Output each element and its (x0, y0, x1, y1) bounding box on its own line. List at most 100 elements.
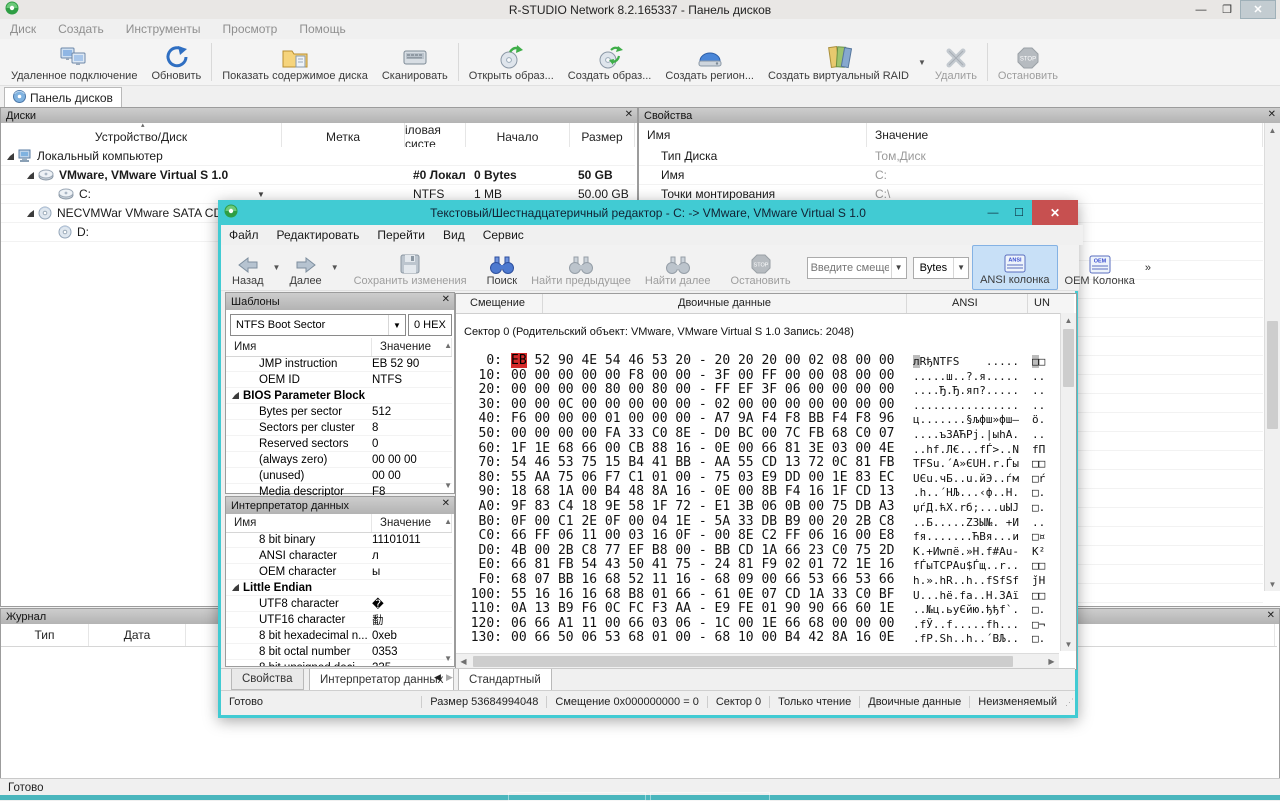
scroll-up-icon[interactable]: ▲ (444, 517, 452, 526)
refresh-button[interactable]: Обновить (144, 39, 208, 85)
column-header-2[interactable]: Значение (372, 514, 452, 532)
interpreter-row[interactable]: ANSI characterл (226, 548, 452, 564)
hex-vscrollbar-thumb[interactable] (1063, 329, 1074, 387)
selected-ansi-char[interactable]: л (913, 355, 920, 368)
column-header-2[interactable]: Значение (372, 338, 452, 356)
expander-icon[interactable] (27, 210, 34, 217)
column-header-1[interactable]: Имя (639, 123, 867, 147)
chevron-down-icon[interactable]: ▼ (388, 315, 405, 335)
scroll-up-icon[interactable]: ▲ (444, 341, 452, 350)
properties-scrollbar-thumb[interactable] (1267, 321, 1278, 429)
editor-menu-edit[interactable]: Редактировать (277, 228, 360, 242)
delete-button[interactable]: Удалить (928, 39, 984, 85)
column-header-1[interactable]: Имя (226, 514, 372, 532)
forward-dropdown-arrow[interactable]: ▼ (329, 263, 341, 272)
column-header-1[interactable]: Имя (226, 338, 372, 356)
create-region-button[interactable]: Создать регион... (658, 39, 761, 85)
row-dropdown-icon[interactable]: ▼ (257, 190, 265, 199)
scroll-up-icon[interactable]: ▲ (1061, 313, 1076, 327)
selected-byte[interactable]: EB (511, 353, 527, 368)
scroll-up-icon[interactable]: ▲ (1265, 123, 1280, 137)
interpreter-row[interactable]: 8 bit octal number0353 (226, 644, 452, 660)
offset-combo[interactable]: ▼ (807, 257, 907, 279)
properties-scrollbar[interactable]: ▲ ▼ (1264, 123, 1280, 591)
interpreter-panel-close-icon[interactable]: ✕ (442, 498, 450, 509)
column-header-2[interactable]: Значение (867, 123, 1263, 147)
oem-column-toggle[interactable]: OEM ОЕМ Колонка (1058, 245, 1142, 290)
find-previous-button[interactable]: Найти предыдущее (524, 245, 638, 290)
expander-icon[interactable] (232, 392, 239, 399)
scroll-right-icon[interactable]: ▶ (1044, 654, 1059, 669)
properties-panel-close-icon[interactable]: ✕ (1268, 109, 1276, 120)
disks-panel-close-icon[interactable]: ✕ (625, 109, 633, 120)
column-header-1[interactable]: Тип (1, 624, 89, 646)
editor-close-button[interactable]: ✕ (1032, 200, 1078, 225)
expander-icon[interactable] (232, 584, 239, 591)
find-next-button[interactable]: Найти далее (638, 245, 718, 290)
tab-properties[interactable]: Свойства (231, 669, 304, 690)
menu-create[interactable]: Создать (58, 22, 104, 36)
template-row[interactable]: (always zero)00 00 00 (226, 452, 452, 468)
open-image-button[interactable]: Открыть образ... (462, 39, 561, 85)
template-row[interactable]: BIOS Parameter Block (226, 388, 452, 404)
tab-data-interpreter[interactable]: Интерпретатор данных (309, 669, 454, 691)
scroll-down-icon[interactable]: ▼ (1265, 577, 1280, 591)
scroll-down-icon[interactable]: ▼ (444, 654, 452, 663)
tab-scroll-right-icon[interactable]: ▶ (446, 672, 453, 683)
editor-menu-file[interactable]: Файл (229, 228, 259, 242)
editor-menu-goto[interactable]: Перейти (377, 228, 425, 242)
show-disk-content-button[interactable]: Показать содержимое диска (215, 39, 375, 85)
editor-minimize-button[interactable]: — (980, 207, 1006, 219)
interpreter-row[interactable]: 8 bit binary11101011 (226, 532, 452, 548)
ansi-column-toggle[interactable]: ANSI ANSI колонка (972, 245, 1057, 290)
template-row[interactable]: JMP instructionEB 52 90 (226, 356, 452, 372)
template-offset-field[interactable]: 0 HEX (408, 314, 452, 336)
editor-maximize-button[interactable]: ☐ (1006, 206, 1032, 219)
forward-button[interactable]: Далее (282, 245, 328, 290)
back-dropdown-arrow[interactable]: ▼ (271, 263, 283, 272)
main-restore-button[interactable]: ❐ (1214, 1, 1240, 18)
raid-dropdown-arrow[interactable]: ▼ (916, 58, 928, 67)
back-button[interactable]: Назад (225, 245, 271, 290)
expander-icon[interactable] (27, 172, 34, 179)
interpreter-row[interactable]: UTF16 character勫 (226, 612, 452, 628)
stop-button[interactable]: STOP Остановить (991, 39, 1065, 85)
create-virtual-raid-button[interactable]: Создать виртуальный RAID (761, 39, 916, 85)
search-button[interactable]: Поиск (480, 245, 524, 290)
editor-menu-view[interactable]: Вид (443, 228, 465, 242)
template-row[interactable]: (unused)00 00 (226, 468, 452, 484)
column-header-2[interactable]: Дата (89, 624, 186, 646)
resize-grip[interactable]: ⋰ (1065, 697, 1075, 708)
template-select[interactable]: NTFS Boot Sector ▼ (230, 314, 406, 336)
chevron-down-icon[interactable]: ▼ (953, 258, 968, 278)
template-row[interactable]: OEM IDNTFS (226, 372, 452, 388)
main-minimize-button[interactable]: — (1188, 1, 1214, 18)
scan-button[interactable]: Сканировать (375, 39, 455, 85)
remote-connect-button[interactable]: Удаленное подключение (4, 39, 144, 85)
disk-tree-row[interactable]: VMware, VMware Virtual S 1.0#0 Локал...0… (1, 166, 635, 185)
menu-view[interactable]: Просмотр (223, 22, 278, 36)
scroll-down-icon[interactable]: ▼ (1061, 637, 1076, 651)
interpreter-row[interactable]: 8 bit hexadecimal n...0xeb (226, 628, 452, 644)
log-panel-close-icon[interactable]: ✕ (1267, 610, 1275, 621)
main-close-button[interactable]: ✕ (1240, 0, 1276, 19)
interpreter-row[interactable]: Little Endian (226, 580, 452, 596)
template-row[interactable]: Sectors per cluster8 (226, 420, 452, 436)
templates-panel-close-icon[interactable]: ✕ (442, 294, 450, 305)
tab-standard-view[interactable]: Стандартный (458, 669, 552, 691)
offset-input[interactable] (808, 261, 891, 275)
hex-hscrollbar[interactable]: ◀ ▶ (456, 653, 1059, 669)
template-row[interactable]: Reserved sectors0 (226, 436, 452, 452)
unit-combo[interactable]: Bytes ▼ (913, 257, 970, 279)
hex-vscrollbar[interactable]: ▲ ▼ (1060, 313, 1076, 651)
menu-help[interactable]: Помощь (299, 22, 345, 36)
tab-disk-panel[interactable]: Панель дисков (4, 87, 122, 107)
editor-menu-service[interactable]: Сервис (483, 228, 524, 242)
chevron-down-icon[interactable]: ▼ (891, 258, 906, 278)
interpreter-row[interactable]: UTF8 character� (226, 596, 452, 612)
menu-tools[interactable]: Инструменты (126, 22, 201, 36)
scroll-down-icon[interactable]: ▼ (444, 481, 452, 490)
editor-stop-button[interactable]: STOP Остановить (724, 245, 798, 290)
scroll-left-icon[interactable]: ◀ (456, 654, 471, 669)
toolbar-overflow-chevron[interactable]: » (1142, 262, 1154, 274)
